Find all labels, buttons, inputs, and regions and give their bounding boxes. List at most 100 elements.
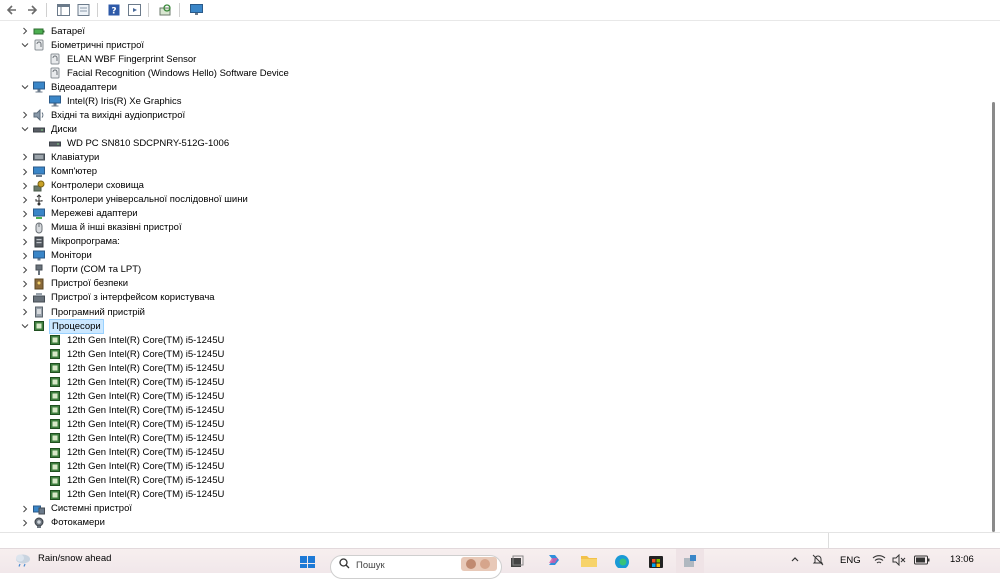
scan-hardware-icon[interactable]: [157, 2, 173, 18]
toolbar-separator: [97, 3, 98, 17]
monitor-icon: [33, 250, 45, 262]
start-button[interactable]: [300, 549, 316, 573]
chevron-right-icon[interactable]: [20, 291, 30, 305]
system-device-icon: [33, 503, 45, 515]
file-explorer-button[interactable]: [580, 549, 598, 573]
chevron-right-icon[interactable]: [20, 305, 30, 319]
chevron-right-icon[interactable]: [20, 108, 30, 122]
forward-arrow-icon[interactable]: [24, 2, 40, 18]
tree-category[interactable]: Відеоадаптери: [0, 80, 119, 94]
tree-category[interactable]: Мережеві адаптери: [0, 207, 140, 221]
tree-device[interactable]: 12th Gen Intel(R) Core(TM) i5-1245U: [0, 403, 226, 417]
tree-device[interactable]: 12th Gen Intel(R) Core(TM) i5-1245U: [0, 347, 226, 361]
tree-category[interactable]: Процесори: [0, 318, 104, 334]
chevron-right-icon[interactable]: [20, 165, 30, 179]
tree-category[interactable]: Контролери універсальної послідовної шин…: [0, 193, 250, 207]
chevron-right-icon[interactable]: [20, 24, 30, 38]
clock[interactable]: 13:06: [950, 554, 974, 565]
chevron-right-icon[interactable]: [20, 235, 30, 249]
view-icon[interactable]: [126, 2, 142, 18]
tree-category[interactable]: Системні пристрої: [0, 502, 134, 516]
tree-category[interactable]: Клавіатури: [0, 150, 101, 164]
help-icon[interactable]: ?: [106, 2, 122, 18]
tree-category[interactable]: Програмний пристрій: [0, 305, 147, 319]
chevron-right-icon[interactable]: [20, 150, 30, 164]
properties-window-icon[interactable]: [55, 2, 71, 18]
tree-category[interactable]: Порти (COM та LPT): [0, 263, 143, 277]
volume-button[interactable]: [892, 549, 906, 573]
tree-category[interactable]: Диски: [0, 122, 79, 136]
device-manager-taskbar-button[interactable]: [676, 549, 704, 573]
tree-category[interactable]: Монітори: [0, 249, 94, 263]
tree-category[interactable]: Комп'ютер: [0, 165, 99, 179]
chevron-down-icon[interactable]: [20, 122, 30, 136]
chevron-right-icon[interactable]: [20, 179, 30, 193]
chevron-right-icon[interactable]: [20, 502, 30, 516]
copilot-button[interactable]: [546, 549, 562, 573]
edge-browser-button[interactable]: [614, 549, 630, 573]
tree-category[interactable]: Мікропрограма:: [0, 235, 122, 249]
tree-item-label: Миша й інші вказівні пристрої: [51, 222, 182, 234]
tree-category[interactable]: Біометричні пристрої: [0, 38, 146, 52]
tree-category[interactable]: Контролери сховища: [0, 179, 146, 193]
document-icon[interactable]: [75, 2, 91, 18]
battery-button[interactable]: [914, 549, 930, 573]
tree-item-label: Facial Recognition (Windows Hello) Softw…: [67, 67, 289, 79]
tree-category[interactable]: Вхідні та вихідні аудіопристрої: [0, 108, 187, 122]
chevron-right-icon[interactable]: [20, 516, 30, 530]
tree-category[interactable]: Фотокамери: [0, 516, 107, 530]
tree-device[interactable]: 12th Gen Intel(R) Core(TM) i5-1245U: [0, 333, 226, 347]
chevron-right-icon[interactable]: [20, 277, 30, 291]
tree-device[interactable]: 12th Gen Intel(R) Core(TM) i5-1245U: [0, 431, 226, 445]
chevron-down-icon[interactable]: [20, 80, 30, 94]
tree-category[interactable]: Пристрої безпеки: [0, 277, 130, 291]
tree-device[interactable]: 12th Gen Intel(R) Core(TM) i5-1245U: [0, 460, 226, 474]
monitor-icon[interactable]: [188, 2, 204, 18]
tree-device[interactable]: WD PC SN810 SDCPNRY-512G-1006: [0, 136, 231, 150]
weather-widget[interactable]: Rain/snow ahead: [14, 549, 111, 573]
tree-item-label: Вхідні та вихідні аудіопристрої: [51, 109, 186, 121]
tree-device[interactable]: 12th Gen Intel(R) Core(TM) i5-1245U: [0, 417, 226, 431]
tree-category[interactable]: Батареї: [0, 24, 87, 38]
firmware-icon: [33, 236, 45, 248]
tree-device[interactable]: 12th Gen Intel(R) Core(TM) i5-1245U: [0, 389, 226, 403]
chevron-down-icon[interactable]: [20, 319, 30, 333]
tree-category[interactable]: Миша й інші вказівні пристрої: [0, 221, 184, 235]
chevron-right-icon[interactable]: [20, 193, 30, 207]
tree-device[interactable]: 12th Gen Intel(R) Core(TM) i5-1245U: [0, 488, 226, 502]
tree-device[interactable]: 12th Gen Intel(R) Core(TM) i5-1245U: [0, 474, 226, 488]
tree-category[interactable]: Пристрої з інтерфейсом користувача: [0, 291, 217, 305]
tree-item-label: Батареї: [51, 25, 86, 37]
show-hidden-icons-button[interactable]: [790, 549, 800, 573]
chevron-down-icon[interactable]: [20, 38, 30, 52]
chevron-right-icon[interactable]: [20, 263, 30, 277]
vertical-scrollbar[interactable]: [986, 22, 1000, 532]
chevron-right-icon[interactable]: [20, 221, 30, 235]
disk-drive-icon: [49, 137, 61, 149]
task-view-button[interactable]: [510, 549, 524, 573]
tree-item-label: 12th Gen Intel(R) Core(TM) i5-1245U: [67, 404, 225, 416]
chevron-right-icon[interactable]: [20, 207, 30, 221]
back-arrow-icon[interactable]: [4, 2, 20, 18]
store-button[interactable]: [648, 549, 664, 573]
keyboard-icon: [33, 151, 45, 163]
tree-item-label: Фотокамери: [51, 517, 105, 529]
hid-icon: [33, 292, 45, 304]
scrollbar-thumb[interactable]: [992, 102, 995, 532]
tree-item-label: Програмний пристрій: [51, 306, 145, 318]
notifications-off-button[interactable]: [812, 549, 824, 573]
taskbar-search-box[interactable]: Пошук: [330, 555, 502, 579]
tree-device[interactable]: Facial Recognition (Windows Hello) Softw…: [0, 66, 291, 80]
chevron-right-icon[interactable]: [20, 249, 30, 263]
tree-device[interactable]: 12th Gen Intel(R) Core(TM) i5-1245U: [0, 375, 226, 389]
tree-device[interactable]: Intel(R) Iris(R) Xe Graphics: [0, 94, 184, 108]
bell-off-icon: [812, 554, 824, 569]
tree-device[interactable]: 12th Gen Intel(R) Core(TM) i5-1245U: [0, 361, 226, 375]
language-indicator[interactable]: ENG: [840, 549, 861, 573]
network-button[interactable]: [872, 549, 886, 573]
tree-device[interactable]: 12th Gen Intel(R) Core(TM) i5-1245U: [0, 446, 226, 460]
tree-device[interactable]: ELAN WBF Fingerprint Sensor: [0, 52, 198, 66]
